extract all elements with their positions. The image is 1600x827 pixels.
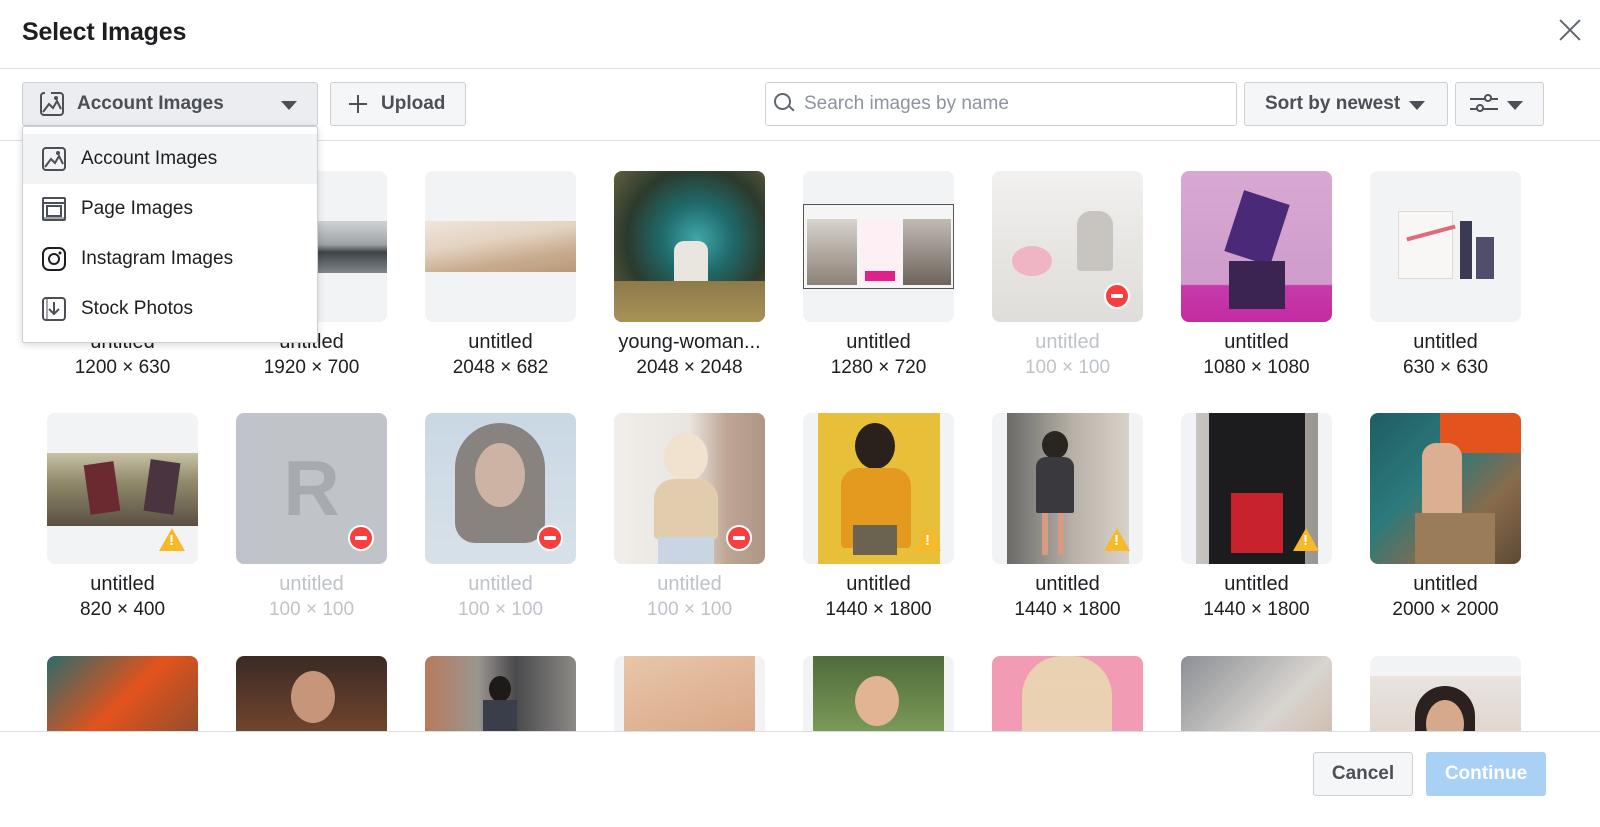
image-dimensions: 100 × 100	[1024, 357, 1111, 378]
image-dimensions: 1440 × 1800	[825, 599, 932, 620]
menu-item-page-images[interactable]: Page Images	[23, 184, 317, 234]
warning-badge-icon	[915, 528, 941, 551]
image-name: untitled	[1224, 331, 1289, 353]
menu-item-label: Stock Photos	[81, 298, 193, 319]
image-thumbnail	[425, 656, 576, 731]
image-dimensions: 100 × 100	[457, 599, 544, 620]
image-name: untitled	[468, 573, 533, 595]
image-name: untitled	[279, 573, 344, 595]
image-dimensions: 1280 × 720	[830, 357, 927, 378]
image-name: untitled	[657, 573, 722, 595]
image-dimensions: 1920 × 700	[263, 357, 360, 378]
image-dimensions: 1440 × 1800	[1014, 599, 1121, 620]
image-thumbnail	[992, 656, 1143, 731]
image-dimensions: 100 × 100	[646, 599, 733, 620]
dialog-header: Select Images	[0, 0, 1600, 69]
filter-sliders-icon	[1470, 93, 1498, 115]
image-dimensions: 630 × 630	[1402, 357, 1489, 378]
image-name: untitled	[90, 573, 155, 595]
menu-item-label: Instagram Images	[81, 248, 234, 269]
plus-icon	[349, 95, 367, 113]
blocked-badge-icon	[726, 525, 752, 551]
image-thumbnail	[1181, 171, 1332, 322]
warning-badge-icon	[1104, 528, 1130, 551]
image-name: young-woman...	[618, 331, 761, 353]
upload-label: Upload	[381, 93, 446, 114]
image-name: untitled	[1413, 331, 1478, 353]
menu-item-account-images[interactable]: Account Images	[23, 134, 317, 184]
image-thumbnail	[803, 171, 954, 322]
warning-badge-icon	[159, 528, 185, 551]
stock-photo-icon	[42, 297, 66, 321]
image-name: untitled	[1413, 573, 1478, 595]
image-dimensions: 1440 × 1800	[1203, 599, 1310, 620]
image-thumbnail	[803, 656, 954, 731]
image-dimensions: 100 × 100	[268, 599, 355, 620]
image-name: untitled	[1035, 573, 1100, 595]
image-thumbnail	[614, 171, 765, 322]
image-thumbnail	[236, 656, 387, 731]
image-name: untitled	[846, 331, 911, 353]
warning-badge-icon	[1293, 528, 1319, 551]
image-thumbnail	[1370, 413, 1521, 564]
image-dimensions: 1200 × 630	[74, 357, 171, 378]
blocked-badge-icon	[1104, 283, 1130, 309]
chevron-down-icon	[1507, 101, 1523, 110]
upload-button[interactable]: Upload	[330, 82, 466, 126]
menu-item-label: Page Images	[81, 198, 193, 219]
image-icon	[40, 91, 64, 116]
image-thumbnail	[1370, 656, 1521, 731]
image-source-menu: Account Images Page Images Instagram Ima…	[22, 126, 318, 343]
page-icon	[42, 197, 66, 221]
dialog-title: Select Images	[22, 18, 187, 46]
search-box	[765, 82, 1237, 126]
image-thumbnail	[47, 656, 198, 731]
chevron-down-icon	[1409, 101, 1425, 110]
image-source-dropdown[interactable]: Account Images	[22, 82, 318, 126]
menu-item-label: Account Images	[81, 148, 218, 169]
cancel-button[interactable]: Cancel	[1313, 752, 1413, 796]
image-source-label: Account Images	[77, 93, 224, 114]
image-name: untitled	[846, 573, 911, 595]
image-name: untitled	[1035, 331, 1100, 353]
search-icon	[774, 93, 794, 115]
menu-item-instagram-images[interactable]: Instagram Images	[23, 234, 317, 284]
image-thumbnail	[425, 171, 576, 322]
image-name: untitled	[1224, 573, 1289, 595]
instagram-icon	[42, 247, 66, 271]
image-icon	[42, 147, 66, 171]
image-dimensions: 2048 × 2048	[636, 357, 743, 378]
image-dimensions: 2000 × 2000	[1392, 599, 1499, 620]
image-dimensions: 2048 × 682	[452, 357, 549, 378]
close-icon[interactable]	[1556, 16, 1584, 44]
filter-dropdown[interactable]	[1455, 82, 1544, 126]
placeholder-letter: R	[283, 444, 340, 532]
blocked-badge-icon	[537, 525, 563, 551]
menu-item-stock-photos[interactable]: Stock Photos	[23, 284, 317, 334]
dialog-footer: Cancel Continue	[0, 731, 1600, 827]
image-dimensions: 820 × 400	[79, 599, 166, 620]
blocked-badge-icon	[348, 525, 374, 551]
image-thumbnail	[1370, 171, 1521, 322]
image-dimensions: 1080 × 1080	[1203, 357, 1310, 378]
continue-button[interactable]: Continue	[1426, 752, 1546, 796]
image-thumbnail	[1181, 656, 1332, 731]
chevron-down-icon	[281, 101, 297, 110]
sort-dropdown[interactable]: Sort by newest	[1244, 82, 1448, 126]
image-thumbnail	[614, 656, 765, 731]
sort-label: Sort by newest	[1265, 93, 1401, 114]
image-name: untitled	[468, 331, 533, 353]
search-input[interactable]	[804, 89, 1224, 119]
